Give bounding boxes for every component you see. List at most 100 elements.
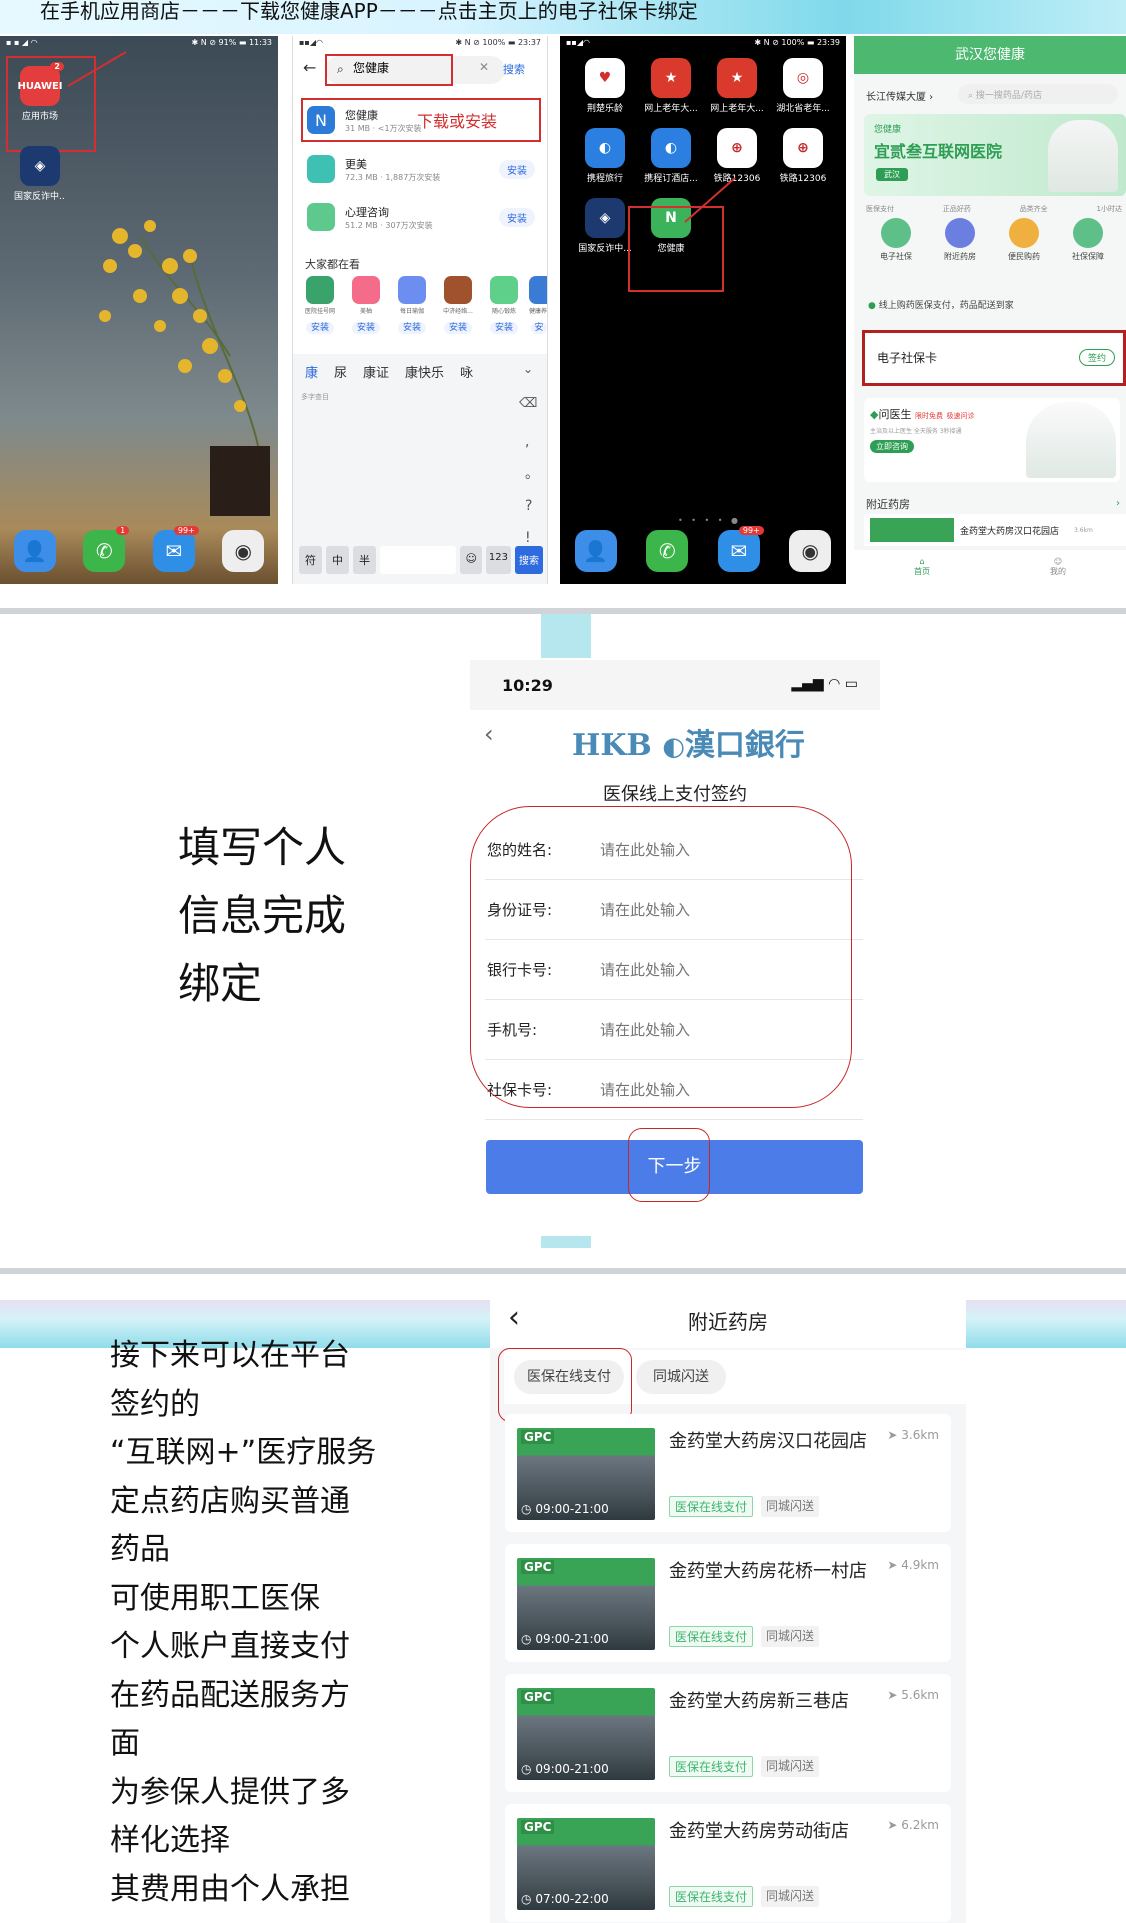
hot-app[interactable]: 健康养...安 <box>529 276 547 334</box>
tab-same-city-delivery[interactable]: 同城闪送 <box>636 1360 726 1394</box>
candidate-word[interactable]: 康 <box>305 362 318 381</box>
camera-icon[interactable]: ◉ <box>222 530 265 572</box>
app-shortcut[interactable]: ◐ 携程旅行 <box>572 128 638 184</box>
hot-app[interactable]: 随心锻炼 安装 <box>483 276 525 334</box>
clear-icon[interactable]: ✕ <box>479 60 489 74</box>
pharmacy-card[interactable]: GPC ◷ 09:00-21:00 金药堂大药房花桥一村店 ➤ 4.9km 医保… <box>505 1544 951 1662</box>
e-social-card-entry[interactable]: 电子社保卡 签约 <box>862 330 1126 386</box>
pharmacy-card[interactable]: GPC ◷ 07:00-22:00 金药堂大药房劳动街店 ➤ 6.2km 医保在… <box>505 1804 951 1922</box>
status-bar: ▪▪◢◠ ✱ N ⊘ 100% ▬ 23:39 <box>566 38 840 47</box>
shortcut-nearby[interactable]: 附近药房 <box>944 218 976 262</box>
half-width-key[interactable]: 半 <box>353 546 376 574</box>
description-text: 接下来可以在平台 签约的 “互联网+”医疗服务 定点药店购买普通 药品 可使用职… <box>110 1338 377 1907</box>
user-icon: ☺ <box>1053 557 1063 566</box>
result-item[interactable]: 心理咨询 51.2 MB · 307万次安装 安装 <box>307 196 535 238</box>
signal-wifi-battery-icon: ▂▄▆ ◠ ▭ <box>791 676 858 692</box>
location-arrow-icon: ➤ <box>887 1818 898 1832</box>
phone-icon[interactable]: ✆ 1 <box>83 526 130 572</box>
install-button[interactable]: 安装 <box>499 207 535 227</box>
hot-app[interactable]: 每日瑜伽 安装 <box>391 276 433 334</box>
app-shortcut[interactable]: ★ 网上老年大... <box>704 58 770 114</box>
install-button[interactable]: 安 <box>531 322 547 334</box>
nav-home[interactable]: ⌂ 首页 <box>914 557 930 577</box>
phone-home-installed: ▪▪◢◠ ✱ N ⊘ 100% ▬ 23:39 ♥ 荆楚乐龄 ★ 网上老年大... … <box>560 36 846 584</box>
install-button[interactable]: 安装 <box>351 322 380 334</box>
number-key[interactable]: 123 <box>485 546 511 574</box>
shortcut-row: 电子社保 附近药房 便民购药 社保保障 <box>864 218 1120 262</box>
contacts-icon[interactable]: 👤 <box>13 530 56 572</box>
store-photo: GPC ◷ 07:00-22:00 <box>517 1818 655 1910</box>
home-icon: ⌂ <box>919 557 925 566</box>
bottom-nav: ⌂ 首页 ☺ 我的 <box>854 550 1126 584</box>
keyboard-bottom-row: 符 中 半 ☺ 123 搜索 <box>299 546 543 574</box>
symbol-key[interactable]: 符 <box>299 546 322 574</box>
candidate-word[interactable]: 尿 <box>334 362 347 381</box>
feature-row: 医保支付 正品好药 品类齐全 1小时达 <box>866 205 1122 213</box>
hot-app[interactable]: 中济经络... 安装 <box>437 276 479 334</box>
annotation-text: 下载或安装 <box>417 112 498 131</box>
app-icon <box>307 203 335 231</box>
hot-app[interactable]: 美柚 安装 <box>345 276 387 334</box>
install-button[interactable]: 安装 <box>443 322 472 334</box>
app-icon: N <box>307 106 335 134</box>
emoji-key[interactable]: ☺ <box>460 546 482 574</box>
back-arrow-icon[interactable]: ← <box>303 58 316 77</box>
punctuation-keys[interactable]: ,。?! <box>525 426 539 554</box>
install-button[interactable]: 安装 <box>397 322 426 334</box>
phone-nin-jiankang-home: 武汉您健康 长江传媒大厦 › ⌕ 搜一搜药品/药店 您健康 宜贰叁互联网医院 武… <box>854 36 1126 584</box>
chinese-key[interactable]: 中 <box>326 546 349 574</box>
tag-delivery: 同城闪送 <box>761 1496 820 1517</box>
shortcut-buy[interactable]: 便民购药 <box>1008 218 1040 262</box>
anti-fraud-app[interactable]: ◈ 国家反诈中.. <box>14 146 65 202</box>
app-shortcut[interactable]: ★ 网上老年大... <box>638 58 704 114</box>
nav-mine[interactable]: ☺ 我的 <box>1050 557 1066 577</box>
pharmacy-card[interactable]: GPC ◷ 09:00-21:00 金药堂大药房汉口花园店 ➤ 3.6km 医保… <box>505 1414 951 1532</box>
nearby-store[interactable]: 金药堂大药房汉口花园店 3.6km <box>864 514 1126 546</box>
location-selector[interactable]: 长江传媒大厦 › <box>866 88 933 103</box>
backspace-icon[interactable]: ⌫ <box>519 396 537 411</box>
search-button[interactable]: 搜索 <box>503 61 525 77</box>
pharmacy-card[interactable]: GPC ◷ 09:00-21:00 金药堂大药房新三巷店 ➤ 5.6km 医保在… <box>505 1674 951 1792</box>
shortcut-e-social[interactable]: 电子社保 <box>880 218 912 262</box>
search-input[interactable] <box>353 60 433 74</box>
notice-text: ● 线上购药医保支付，药品配送到家 <box>868 301 1014 311</box>
app-shortcut[interactable]: ◎ 湖北省老年... <box>770 58 836 114</box>
app-shortcut[interactable]: ⊕ 铁路12306 <box>770 128 836 184</box>
search-key[interactable]: 搜索 <box>515 546 543 574</box>
clock-icon: ◷ <box>521 1502 532 1516</box>
space-key[interactable] <box>380 546 457 574</box>
install-button[interactable]: 安装 <box>489 322 518 334</box>
result-item[interactable]: 更美 72.3 MB · 1,887万次安装 安装 <box>307 148 535 190</box>
candidate-word[interactable]: 咏 <box>460 362 473 381</box>
messages-icon[interactable]: ✉ 99+ <box>152 526 199 572</box>
chevron-right-icon[interactable]: › <box>1116 498 1120 509</box>
candidate-word[interactable]: 康快乐 <box>405 362 444 381</box>
sign-button[interactable]: 签约 <box>1078 349 1115 366</box>
app-market-app[interactable]: HUAWEI 2 应用市场 <box>17 62 64 122</box>
candidate-word[interactable]: 康证 <box>363 362 389 381</box>
app-icon: ◎ <box>783 58 823 98</box>
shortcut-security[interactable]: 社保保障 <box>1072 218 1104 262</box>
phone-app-store: ▪▪◢◠ ✱ N ⊘ 100% ▬ 23:37 ← ⌕ ✕ 搜索 N 您健康 3… <box>292 36 548 584</box>
contacts-icon[interactable]: 👤 <box>574 530 617 572</box>
consult-button[interactable]: 立即咨询 <box>870 440 914 453</box>
highlight-box <box>498 1348 632 1422</box>
ask-doctor-card[interactable]: ◆问医生 限时免费 极速问诊 主治及以上医生 全天服务 3秒接通 立即咨询 <box>864 398 1120 482</box>
location-arrow-icon: ➤ <box>887 1688 898 1702</box>
hospital-banner[interactable]: 您健康 宜贰叁互联网医院 武汉 <box>864 114 1126 196</box>
phone-icon[interactable]: ✆ <box>646 530 689 572</box>
install-button[interactable]: 安装 <box>499 159 535 179</box>
app-shortcut[interactable]: ♥ 荆楚乐龄 <box>572 58 638 114</box>
notification-badge: 2 <box>50 62 64 71</box>
clock-icon: ◷ <box>521 1892 532 1906</box>
app-icon <box>490 276 518 304</box>
messages-icon[interactable]: ✉ 99+ <box>717 526 764 572</box>
install-button[interactable]: 安装 <box>305 322 334 334</box>
app-icon <box>352 276 380 304</box>
camera-icon[interactable]: ◉ <box>789 530 832 572</box>
hot-app[interactable]: 医院挂号网 安装 <box>299 276 341 334</box>
back-chevron-icon[interactable]: ‹ <box>484 720 494 748</box>
search-input[interactable]: ⌕ 搜一搜药品/药店 <box>958 84 1118 104</box>
chevron-down-icon[interactable]: ⌄ <box>523 362 533 376</box>
annotation-arrow <box>67 51 127 87</box>
